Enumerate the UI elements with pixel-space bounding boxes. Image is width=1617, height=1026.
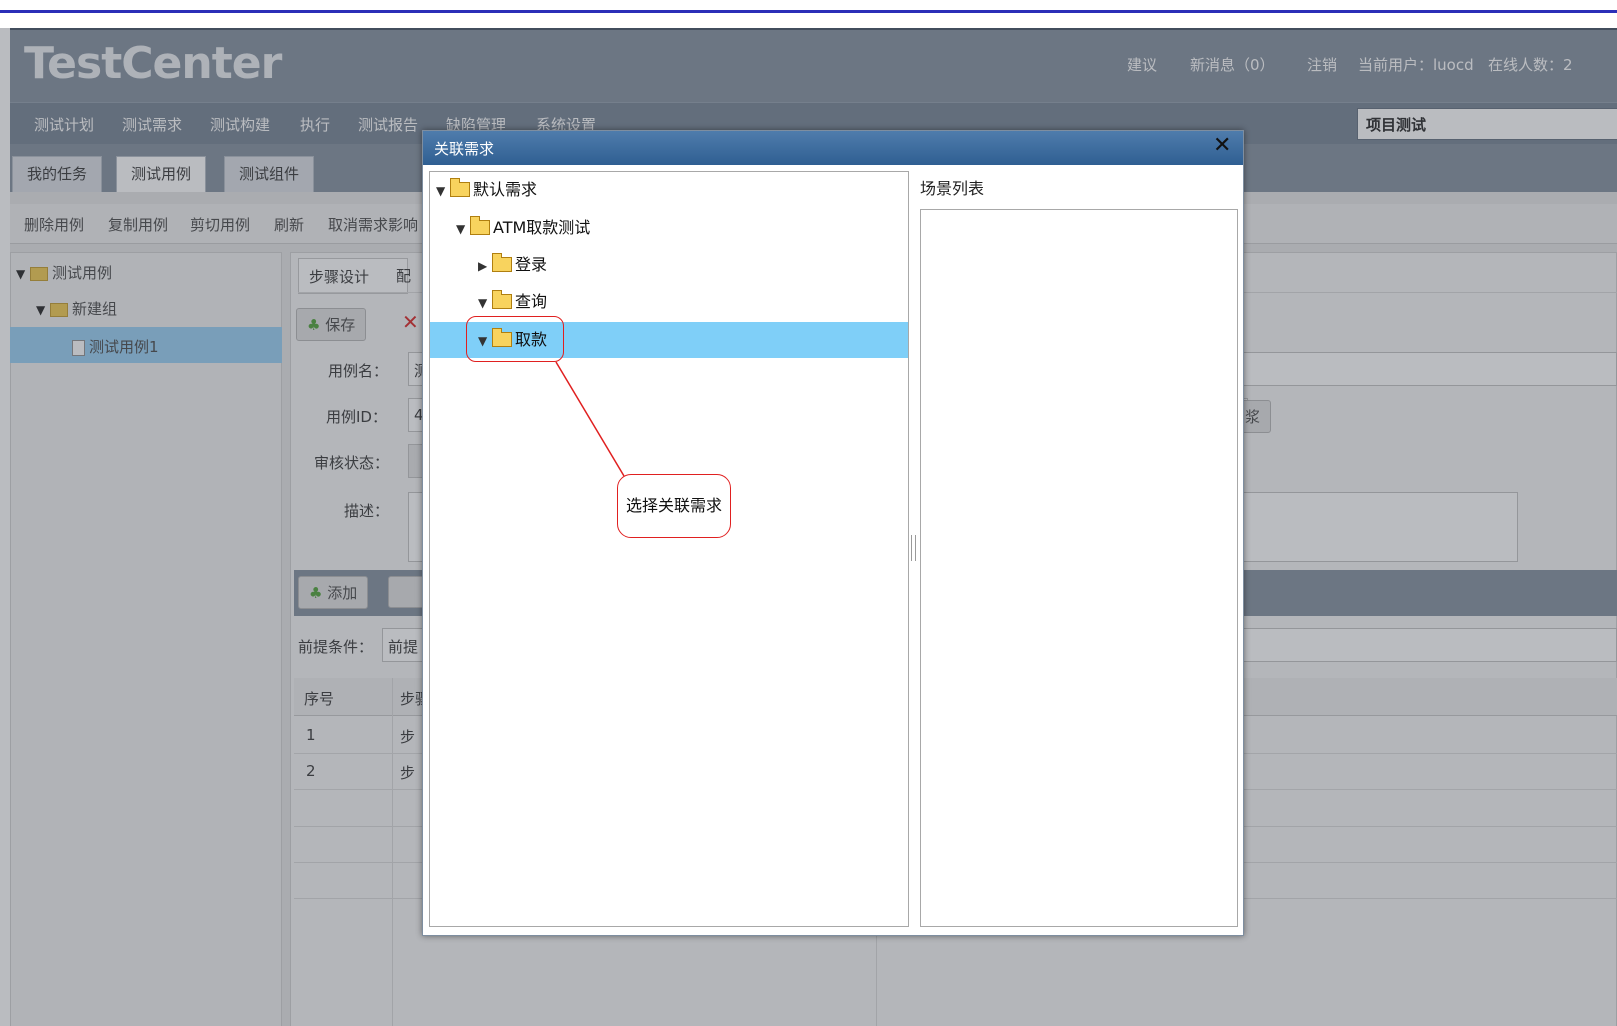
scenario-list-panel	[920, 209, 1238, 927]
tree-node-label: 查询	[515, 292, 548, 311]
callout-highlight-ring	[466, 316, 564, 362]
tree-node-atm-withdraw-test[interactable]: ▼ ATM取款测试	[456, 212, 590, 244]
tree-node-label: 默认需求	[473, 180, 538, 199]
tree-node-default-requirements[interactable]: ▼ 默认需求	[436, 174, 537, 206]
expand-arrow-icon[interactable]: ▼	[456, 213, 470, 245]
panel-splitter[interactable]	[911, 535, 916, 561]
callout-note: 选择关联需求	[617, 474, 731, 538]
folder-icon	[469, 216, 490, 235]
expand-arrow-icon[interactable]: ▼	[436, 175, 450, 207]
tree-node-query[interactable]: ▼ 查询	[478, 286, 547, 318]
tree-node-login[interactable]: ▶ 登录	[478, 249, 547, 281]
collapse-arrow-icon[interactable]: ▶	[478, 250, 492, 282]
requirement-tree-panel: ▼ 默认需求 ▼ ATM取款测试 ▶ 登录 ▼ 查询 ▼ 取款	[429, 171, 909, 927]
folder-icon	[449, 178, 470, 197]
tree-node-label: 登录	[515, 255, 548, 274]
expand-arrow-icon[interactable]: ▼	[478, 287, 492, 319]
close-icon[interactable]: ✕	[1213, 133, 1231, 158]
scenario-list-label: 场景列表	[920, 179, 985, 198]
tree-node-label: ATM取款测试	[493, 218, 591, 237]
folder-icon	[491, 253, 512, 272]
link-requirement-dialog: 关联需求 ✕ ▼ 默认需求 ▼ ATM取款测试 ▶ 登录 ▼ 查询 ▼ 取款 场景列表	[422, 130, 1244, 936]
top-border-line	[0, 10, 1617, 13]
folder-icon	[491, 290, 512, 309]
dialog-title: 关联需求	[434, 140, 495, 158]
dialog-title-bar[interactable]	[423, 131, 1243, 165]
